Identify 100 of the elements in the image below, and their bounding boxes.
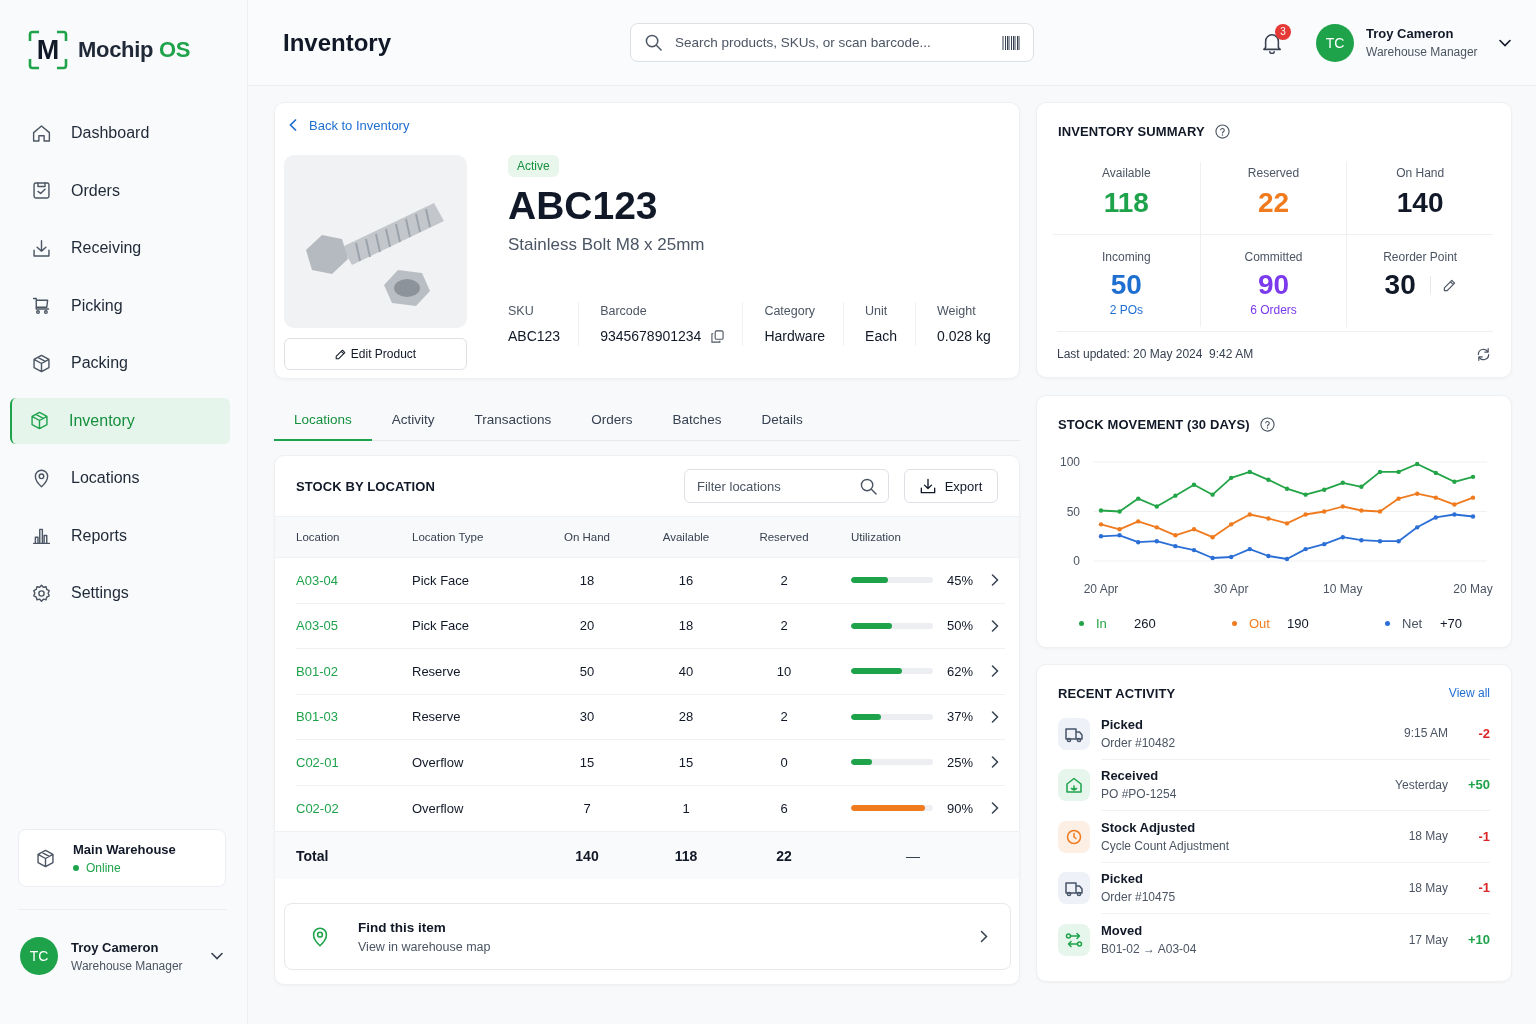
section-title: STOCK BY LOCATION [296, 478, 435, 494]
table-cell-text: Pick Face [412, 572, 471, 588]
nav-item[interactable]: Settings [10, 570, 230, 616]
table-cell-text: 2 [779, 618, 789, 634]
table-cell-text: 0 [779, 754, 789, 770]
chevron-down-icon[interactable] [1499, 38, 1511, 47]
activity-title: Received [1101, 768, 1160, 784]
total-cell-text: Total [296, 847, 330, 864]
page-title: Inventory [283, 28, 393, 57]
activity-title: Picked [1101, 716, 1144, 732]
table-cell-text: 50% [945, 618, 973, 634]
barcode-icon[interactable] [1002, 35, 1020, 50]
table-cell-text: Overflow [412, 800, 465, 816]
filter-field[interactable]: Filter locations [684, 469, 889, 503]
nav-item[interactable]: Picking [10, 282, 230, 329]
find-item-card[interactable]: Find this item View in warehouse map [284, 903, 1011, 970]
help-icon[interactable] [1259, 416, 1275, 432]
box-icon [31, 352, 52, 374]
tab[interactable]: Transactions [454, 400, 572, 441]
pencil-icon[interactable] [1442, 278, 1456, 292]
column-header: On Hand [563, 531, 611, 543]
nav-item[interactable]: Inventory [10, 397, 230, 444]
nav-item[interactable]: Packing [10, 340, 230, 386]
find-item-subtitle: View in warehouse map [358, 939, 491, 954]
activity-detail: B01-02 → A03-04 [1101, 942, 1197, 957]
nav-item[interactable]: Dashboard [10, 110, 230, 156]
column-header: Location Type [412, 531, 485, 543]
tab[interactable]: Locations [274, 400, 372, 441]
table-cell-text: 30 [578, 709, 596, 725]
chevron-right-icon[interactable] [991, 574, 999, 587]
x-axis-label: 20 Apr [1083, 582, 1119, 596]
tab[interactable]: Activity [371, 400, 455, 441]
stat-label: Incoming [1101, 249, 1151, 265]
stat-label: Available [1102, 165, 1151, 181]
table-cell-text: Pick Face [412, 618, 471, 634]
bell-icon[interactable] [1262, 31, 1282, 54]
refresh-icon[interactable] [1476, 346, 1491, 362]
table-cell-text: 45% [945, 572, 973, 588]
total-cell-text: 140 [574, 847, 600, 864]
activity-title: Moved [1101, 923, 1144, 939]
table-cell-text: 1 [681, 800, 691, 816]
table-cell-text: 28 [677, 709, 695, 725]
activity-change: -1 [1477, 828, 1490, 844]
tab[interactable]: Orders [571, 400, 653, 441]
nav-item[interactable]: Locations [10, 455, 230, 501]
chevron-right-icon[interactable] [991, 619, 999, 632]
x-axis-label: 30 Apr [1213, 582, 1249, 596]
stat-label: Committed [1244, 249, 1303, 265]
search-field[interactable]: Search products, SKUs, or scan barcode... [630, 23, 1034, 62]
table-cell-text: 7 [582, 800, 592, 816]
export-button[interactable]: Export [904, 469, 998, 503]
activity-time: 18 May [1408, 880, 1448, 895]
back-link[interactable]: Back to Inventory [284, 115, 410, 135]
warehouse-card[interactable]: Main Warehouse Online [18, 829, 226, 887]
box-icon [29, 410, 50, 431]
stat-label: Reorder Point [1383, 249, 1458, 265]
product-code: ABC123 [508, 183, 658, 229]
x-axis-label: 20 May [1453, 582, 1493, 596]
column-header: Available [661, 531, 711, 543]
stat-value: 50 [1110, 269, 1142, 301]
stat-link[interactable]: 2 POs [1109, 303, 1143, 318]
stat-value: 22 [1257, 187, 1290, 219]
total-cell: — [906, 847, 920, 864]
nav-item[interactable]: Reports [10, 512, 230, 559]
section-title: STOCK MOVEMENT (30 DAYS) [1058, 416, 1250, 432]
legend-total: 260 [1134, 615, 1156, 631]
copy-icon[interactable] [711, 329, 725, 343]
nav-item[interactable]: Receiving [10, 225, 230, 271]
field-value: 0.028 kg [937, 327, 991, 346]
table-cell-text: 62% [945, 663, 973, 679]
table-cell-text: Reserve [412, 663, 462, 679]
activity-change: -1 [1477, 880, 1490, 896]
activity-change: -2 [1477, 725, 1490, 741]
section-title: INVENTORY SUMMARY [1058, 123, 1205, 139]
product-name: Stainless Bolt M8 x 25mm [508, 234, 705, 256]
activity-time: 17 May [1408, 932, 1448, 947]
search-icon [860, 477, 877, 495]
activity-detail: PO #PO-1254 [1101, 787, 1177, 802]
legend-total: 190 [1287, 615, 1309, 631]
chevron-left-icon [289, 119, 297, 131]
help-icon[interactable] [1214, 123, 1230, 139]
warehouse-name: Main Warehouse [73, 841, 176, 857]
chevron-right-icon[interactable] [991, 665, 999, 678]
tab[interactable]: Batches [652, 400, 742, 441]
tab[interactable]: Details [741, 400, 823, 441]
column-header: Utilization [850, 531, 902, 543]
stat-link[interactable]: 6 Orders [1250, 303, 1297, 318]
pencil-icon [334, 348, 346, 360]
stat-label: Reserved [1247, 165, 1300, 181]
activity-time: Yesterday [1395, 777, 1448, 792]
nav-item[interactable]: Orders [10, 167, 230, 214]
table-cell-text: 15 [677, 754, 695, 770]
view-all-link[interactable]: View all [1448, 686, 1490, 700]
chevron-right-icon[interactable] [991, 710, 999, 723]
chevron-right-icon[interactable] [991, 756, 999, 769]
table-cell-text: Overflow [412, 754, 465, 770]
edit-product-button[interactable]: Edit Product [284, 338, 467, 370]
section-title: RECENT ACTIVITY [1058, 685, 1176, 701]
chevron-down-icon[interactable] [211, 952, 223, 960]
chevron-right-icon[interactable] [991, 802, 999, 815]
